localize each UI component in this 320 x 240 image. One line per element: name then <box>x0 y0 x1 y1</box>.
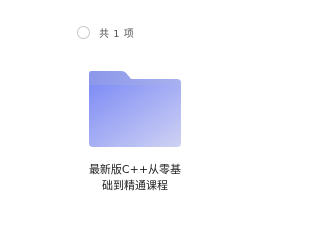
folder-name-line-1: 最新版C++从零基 <box>88 163 182 176</box>
folder-name-line-2: 础到精通课程 <box>102 179 168 192</box>
folder-icon <box>89 71 181 147</box>
item-count-label: 共 1 项 <box>99 28 135 40</box>
file-browser: 共 1 项 最新版C++从零基 础到精通课程 <box>0 0 300 200</box>
select-all-control[interactable]: 共 1 项 <box>77 24 134 40</box>
folder-name: 最新版C++从零基 础到精通课程 <box>60 162 210 194</box>
select-all-radio[interactable] <box>77 25 90 39</box>
folder-item[interactable]: 最新版C++从零基 础到精通课程 <box>60 62 210 200</box>
